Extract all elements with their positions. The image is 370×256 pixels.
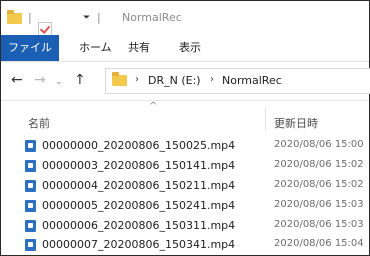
tab-view[interactable]: 表示 — [179, 35, 201, 61]
title-bar: | ⏷ | NormalRec — [1, 1, 369, 49]
title-separator: | — [28, 11, 32, 24]
column-divider[interactable] — [265, 107, 266, 131]
navigation-bar: ← → ⌄ ↑ › DR_N (E:) › NormalRec — [1, 62, 370, 101]
file-date: 2020/08/06 15:04 — [274, 238, 364, 249]
title-separator-2: | — [97, 11, 101, 24]
file-row[interactable]: 00000006_20200806_150311.mp4 2020/08/06 … — [1, 217, 369, 235]
tab-share[interactable]: 共有 — [128, 35, 150, 61]
file-row[interactable]: 00000004_20200806_150211.mp4 2020/08/06 … — [1, 177, 369, 195]
recent-locations-dropdown[interactable]: ⌄ — [55, 75, 63, 89]
file-name: 00000007_20200806_150341.mp4 — [42, 238, 236, 251]
forward-button[interactable]: → — [34, 73, 46, 87]
properties-icon[interactable] — [38, 22, 52, 36]
breadcrumb-separator[interactable]: › — [135, 74, 139, 85]
video-file-icon — [25, 180, 36, 192]
file-date: 2020/08/06 15:00 — [274, 139, 364, 150]
back-button[interactable]: ← — [11, 73, 23, 87]
explorer-window: | ⏷ | NormalRec ファイル ホーム 共有 表示 ← → ⌄ ↑ ›… — [0, 0, 370, 256]
breadcrumb-folder[interactable]: NormalRec — [222, 74, 282, 87]
breadcrumb-separator[interactable]: › — [210, 74, 214, 85]
file-name: 00000005_20200806_150241.mp4 — [42, 199, 236, 212]
file-date: 2020/08/06 15:02 — [274, 179, 364, 190]
file-date: 2020/08/06 15:03 — [274, 219, 364, 230]
file-name: 00000003_20200806_150141.mp4 — [42, 159, 236, 172]
tab-home[interactable]: ホーム — [79, 35, 112, 61]
ribbon-tabs: ファイル ホーム 共有 表示 — [1, 35, 369, 62]
address-folder-icon — [112, 72, 127, 86]
column-header: ^ 名前 更新日時 — [1, 101, 369, 135]
breadcrumb-drive[interactable]: DR_N (E:) — [148, 74, 201, 87]
file-date: 2020/08/06 15:03 — [274, 199, 364, 210]
file-row[interactable]: 00000007_20200806_150341.mp4 2020/08/06 … — [1, 236, 369, 254]
file-name: 00000006_20200806_150311.mp4 — [42, 219, 236, 232]
file-row[interactable]: 00000005_20200806_150241.mp4 2020/08/06 … — [1, 197, 369, 215]
file-row[interactable]: 00000003_20200806_150141.mp4 2020/08/06 … — [1, 157, 369, 175]
sort-indicator-icon: ^ — [149, 101, 158, 112]
video-file-icon — [25, 200, 36, 212]
video-file-icon — [25, 220, 36, 232]
tab-file[interactable]: ファイル — [1, 35, 59, 61]
file-date: 2020/08/06 15:02 — [274, 159, 364, 170]
quick-access-dropdown-icon[interactable]: ⏷ — [83, 13, 90, 23]
video-file-icon — [25, 160, 36, 172]
up-button[interactable]: ↑ — [74, 73, 86, 87]
window-title: NormalRec — [122, 11, 182, 24]
column-name[interactable]: 名前 — [28, 115, 50, 131]
file-row[interactable]: 00000000_20200806_150025.mp4 2020/08/06 … — [1, 137, 369, 155]
folder-icon — [7, 10, 22, 24]
file-name: 00000000_20200806_150025.mp4 — [42, 139, 236, 152]
address-bar[interactable]: › DR_N (E:) › NormalRec — [105, 68, 370, 94]
video-file-icon — [25, 140, 36, 152]
file-name: 00000004_20200806_150211.mp4 — [42, 179, 236, 192]
video-file-icon — [25, 239, 36, 251]
column-date-modified[interactable]: 更新日時 — [274, 115, 318, 131]
